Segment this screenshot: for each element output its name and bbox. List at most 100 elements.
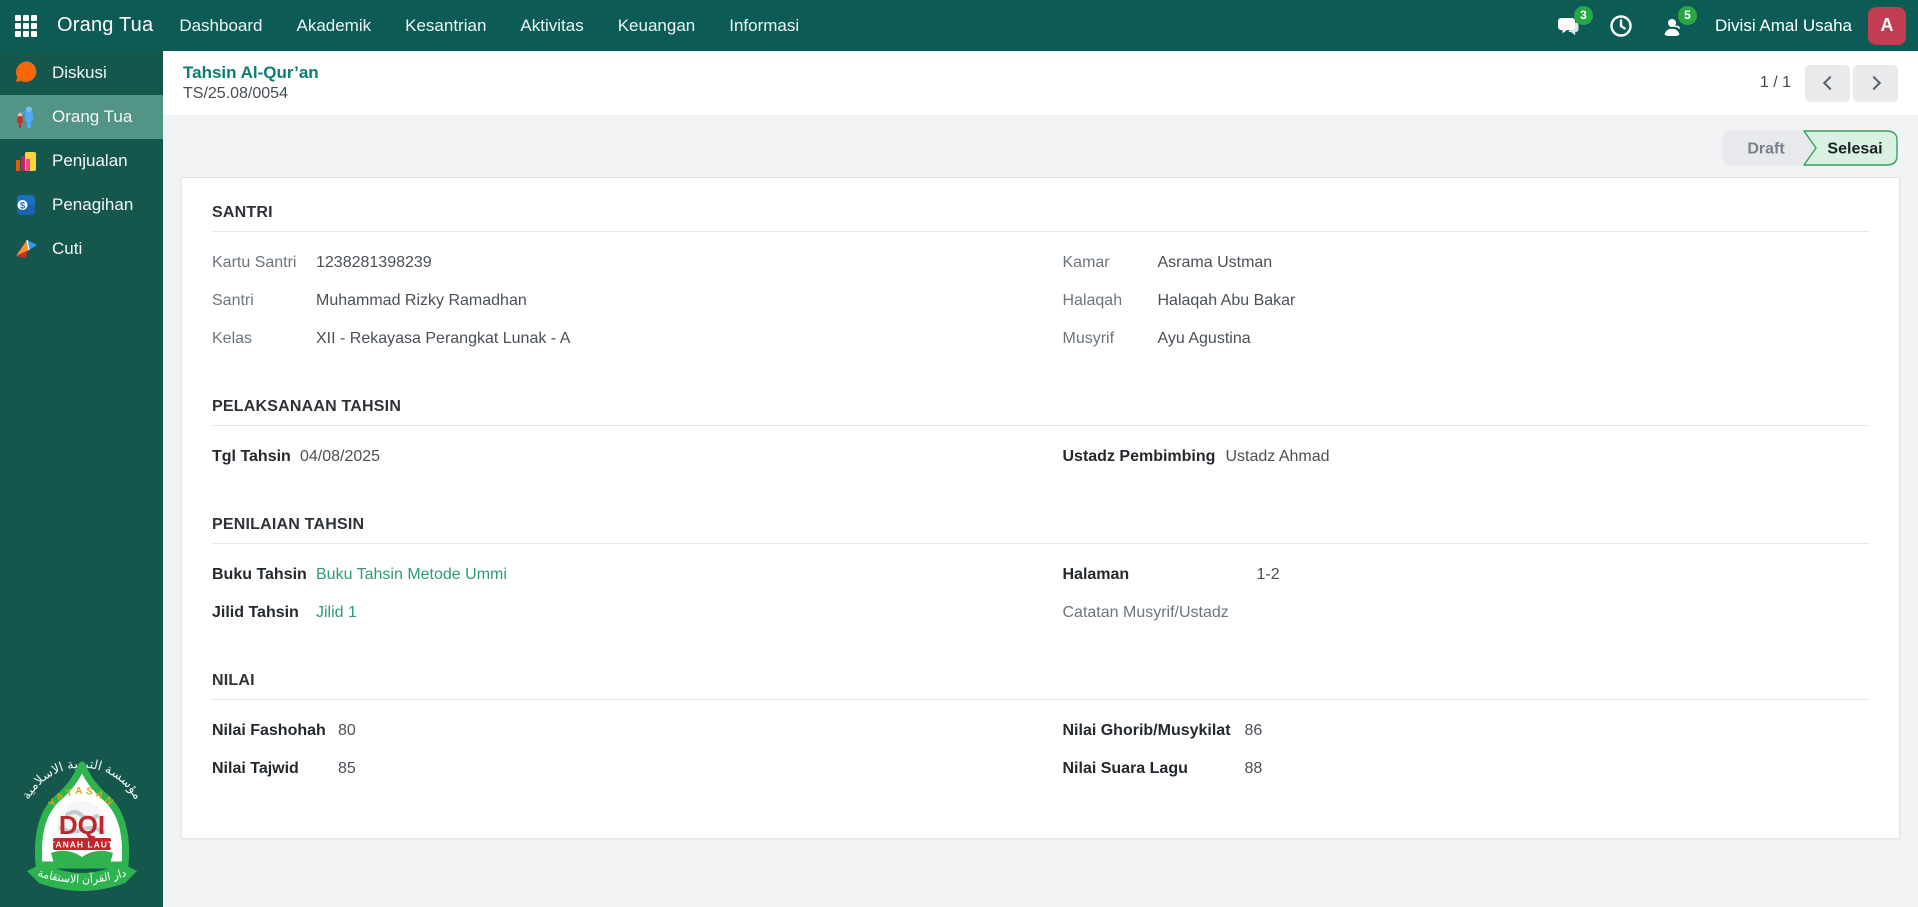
statusbar-row: Draft Selesai	[163, 115, 1918, 166]
pager-count: 1 / 1	[1759, 74, 1791, 91]
field-buku-tahsin: Buku Tahsin Buku Tahsin Metode Ummi	[212, 566, 1019, 587]
field-halaqah: Halaqah Halaqah Abu Bakar	[1063, 292, 1870, 313]
field-label: Kelas	[212, 330, 253, 347]
chevron-right-icon	[1866, 75, 1881, 91]
menu-keuangan[interactable]: Keuangan	[618, 16, 696, 36]
navbar-right: 3 5 Divisi Amal Usaha A	[1527, 5, 1918, 45]
breadcrumb-link[interactable]: Tahsin Al-Qur’an	[183, 63, 319, 83]
main-menu: Dashboard Akademik Kesantrian Aktivitas …	[179, 16, 799, 36]
field-musyrif: Musyrif Ayu Agustina	[1063, 330, 1870, 351]
menu-aktivitas[interactable]: Aktivitas	[520, 16, 583, 36]
status-draft[interactable]: Draft	[1747, 141, 1785, 158]
logo-dqi: DQI	[58, 810, 104, 840]
apps-grid-icon	[14, 14, 37, 37]
sales-chart-icon	[12, 147, 40, 175]
sidebar-item-penagihan[interactable]: $ Penagihan	[0, 183, 163, 227]
pager: 1 / 1	[1759, 64, 1898, 102]
discuss-icon	[12, 59, 40, 87]
pager-previous-button[interactable]	[1805, 64, 1850, 102]
field-nilai-ghorib: Nilai Ghorib/Musykilat 86	[1063, 722, 1870, 743]
sidebar-item-cuti[interactable]: Cuti	[0, 227, 163, 271]
sidebar-item-orang-tua[interactable]: Orang Tua	[0, 95, 163, 139]
notifications-badge: 5	[1678, 5, 1697, 25]
record-name: TS/25.08/0054	[183, 85, 288, 102]
field-value: Muhammad Rizky Ramadhan	[316, 292, 527, 309]
clock-icon	[1610, 14, 1632, 37]
field-label: Nilai Suara Lagu	[1062, 760, 1188, 777]
app-brand[interactable]: Orang Tua	[57, 14, 153, 37]
field-value: 1238281398239	[316, 254, 432, 271]
field-label: Nilai Tajwid	[212, 760, 299, 777]
menu-kesantrian[interactable]: Kesantrian	[405, 16, 486, 36]
field-label: Halaman	[1062, 566, 1130, 583]
field-label: Santri	[212, 292, 254, 309]
field-value: Asrama Ustman	[1157, 254, 1273, 271]
svg-text:$: $	[20, 201, 26, 212]
sidebar-item-label: Orang Tua	[52, 107, 133, 126]
sidebar-item-penjualan[interactable]: Penjualan	[0, 139, 163, 183]
field-label: Nilai Fashohah	[212, 722, 326, 739]
status-selesai[interactable]: Selesai	[1827, 141, 1882, 158]
sidebar-item-label: Penjualan	[52, 151, 128, 170]
notifications-button[interactable]: 5	[1661, 5, 1697, 38]
field-nilai-suara-lagu: Nilai Suara Lagu 88	[1063, 760, 1870, 781]
field-label: Nilai Ghorib/Musykilat	[1062, 722, 1231, 739]
section-title: NILAI	[212, 672, 255, 689]
field-label: Musyrif	[1062, 330, 1115, 347]
field-halaman: Halaman 1-2	[1063, 566, 1870, 587]
section-nilai: NILAI Nilai Fashohah 80 Nilai Tajwid 85 …	[212, 672, 1869, 798]
field-label: Kamar	[1062, 254, 1110, 271]
field-value: Ayu Agustina	[1157, 330, 1251, 347]
field-tgl-tahsin: Tgl Tahsin 04/08/2025	[212, 448, 1019, 469]
buku-tahsin-link[interactable]: Buku Tahsin Metode Ummi	[316, 566, 507, 584]
field-value: 86	[1244, 722, 1263, 739]
field-kartu-santri: Kartu Santri 1238281398239	[212, 254, 1019, 275]
breadcrumb: Tahsin Al-Qur’an TS/25.08/0054	[183, 63, 319, 103]
section-title: PELAKSANAAN TAHSIN	[212, 398, 402, 415]
field-value: Ustadz Ahmad	[1225, 448, 1330, 465]
field-value: XII - Rekayasa Perangkat Lunak - A	[316, 330, 571, 347]
time-off-icon	[12, 235, 40, 263]
sidebar-item-diskusi[interactable]: Diskusi	[0, 51, 163, 95]
field-label: Tgl Tahsin	[212, 448, 291, 465]
menu-informasi[interactable]: Informasi	[729, 16, 799, 36]
logo-tanah-laut: TANAH LAUT	[49, 840, 113, 850]
field-kelas: Kelas XII - Rekayasa Perangkat Lunak - A	[212, 330, 1019, 351]
field-nilai-tajwid: Nilai Tajwid 85	[212, 760, 1019, 781]
field-value: Halaqah Abu Bakar	[1157, 292, 1296, 309]
section-title: SANTRI	[212, 204, 273, 221]
field-label: Halaqah	[1062, 292, 1123, 309]
user-avatar[interactable]: A	[1868, 6, 1906, 45]
menu-dashboard[interactable]: Dashboard	[179, 16, 262, 36]
pager-next-button[interactable]	[1853, 64, 1898, 102]
menu-akademik[interactable]: Akademik	[296, 16, 371, 36]
jilid-tahsin-link[interactable]: Jilid 1	[316, 604, 357, 622]
sidebar-item-label: Cuti	[52, 239, 83, 258]
field-value: 88	[1244, 760, 1263, 777]
messages-badge: 3	[1574, 5, 1593, 25]
field-ustadz-pembimbing: Ustadz Pembimbing Ustadz Ahmad	[1063, 448, 1870, 469]
field-catatan-musyrif: Catatan Musyrif/Ustadz	[1063, 604, 1870, 625]
section-penilaian-tahsin: PENILAIAN TAHSIN Buku Tahsin Buku Tahsin…	[212, 516, 1869, 642]
main-content: Tahsin Al-Qur’an TS/25.08/0054 1 / 1 Dra…	[163, 51, 1918, 907]
apps-menu-button[interactable]	[0, 0, 51, 51]
messages-button[interactable]: 3	[1555, 5, 1593, 38]
parents-icon	[12, 103, 40, 131]
form-sheet: SANTRI Kartu Santri 1238281398239 Santri…	[181, 177, 1900, 839]
field-value: 85	[338, 760, 356, 777]
control-panel: Tahsin Al-Qur’an TS/25.08/0054 1 / 1	[163, 51, 1918, 115]
sidebar-item-label: Penagihan	[52, 195, 134, 214]
field-jilid-tahsin: Jilid Tahsin Jilid 1	[212, 604, 1019, 625]
chevron-left-icon	[1822, 75, 1837, 91]
section-title: PENILAIAN TAHSIN	[212, 516, 365, 533]
foundation-logo: مؤسسة التربية الاسلامية YAYASAN DQI TANA…	[0, 725, 163, 903]
activities-button[interactable]	[1609, 14, 1633, 38]
billing-icon: $	[12, 191, 40, 219]
user-menu[interactable]: Divisi Amal Usaha	[1715, 16, 1852, 36]
field-value: 1-2	[1256, 566, 1280, 583]
field-label: Jilid Tahsin	[212, 604, 299, 621]
field-label: Ustadz Pembimbing	[1062, 448, 1216, 465]
field-santri: Santri Muhammad Rizky Ramadhan	[212, 292, 1019, 313]
field-value: 04/08/2025	[300, 448, 381, 465]
field-nilai-fashohah: Nilai Fashohah 80	[212, 722, 1019, 743]
